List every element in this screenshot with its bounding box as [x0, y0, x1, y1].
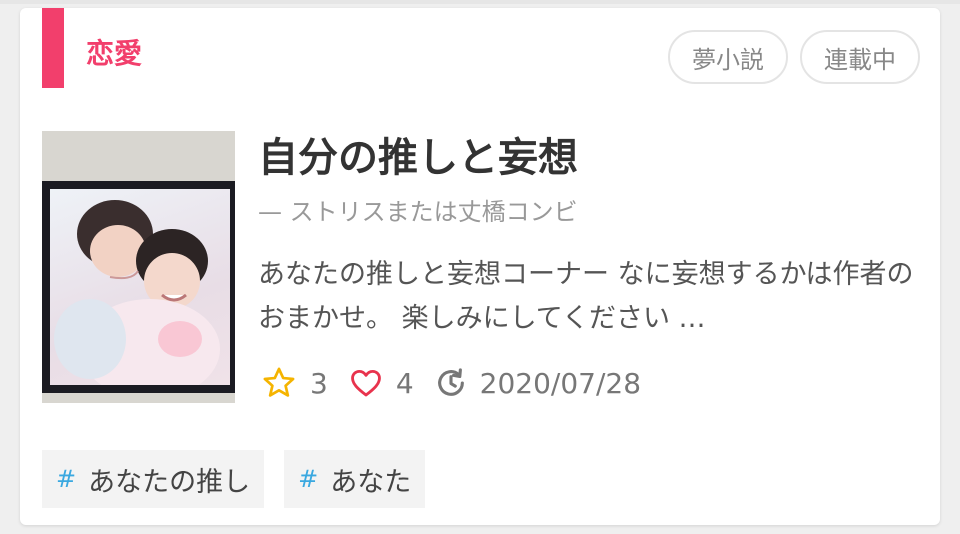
stat-updated-date: 2020/07/28 — [479, 366, 642, 400]
stat-updated: 2020/07/28 — [434, 366, 641, 400]
tag-item[interactable]: # あなたの推し — [42, 450, 265, 508]
cover-image[interactable] — [42, 131, 235, 403]
history-icon — [437, 368, 464, 396]
cover-artwork — [50, 189, 230, 385]
story-subtitle: — ストリスまたは丈橋コンビ — [258, 198, 578, 226]
cover-illustration — [54, 200, 220, 385]
hash-icon: # — [56, 465, 77, 493]
stat-likes: 4 — [348, 366, 414, 400]
stat-likes-count: 4 — [395, 366, 414, 400]
badge-status: 連載中 — [800, 30, 920, 84]
genre-accent-bar — [42, 8, 64, 88]
stat-stars: 3 — [260, 365, 328, 401]
tag-label: あなた — [330, 466, 412, 498]
tag-list: # あなたの推し # あなた — [42, 450, 426, 508]
star-outline-icon — [263, 367, 295, 397]
genre-label: 恋愛 — [86, 37, 143, 70]
badge-category: 夢小説 — [668, 30, 788, 84]
story-description: あなたの推しと妄想コーナー なに妄想するかは作者のおまかせ。 楽しみにしてくださ… — [258, 259, 914, 334]
badge-group: 夢小説 連載中 — [668, 30, 920, 84]
story-title[interactable]: 自分の推しと妄想 — [258, 134, 578, 182]
story-stats: 3 4 2020/07/28 — [260, 363, 661, 403]
cover-frame — [42, 181, 235, 393]
tag-item[interactable]: # あなた — [284, 450, 426, 508]
story-card[interactable]: 恋愛 夢小説 連載中 自分の推しと妄想 — ストリスまたは丈橋コンビ あなたの推… — [20, 8, 940, 525]
hash-icon: # — [298, 465, 319, 493]
heart-outline-icon — [350, 369, 381, 397]
tag-label: あなたの推し — [88, 466, 251, 498]
top-divider — [0, 0, 960, 4]
stat-stars-count: 3 — [310, 366, 328, 400]
